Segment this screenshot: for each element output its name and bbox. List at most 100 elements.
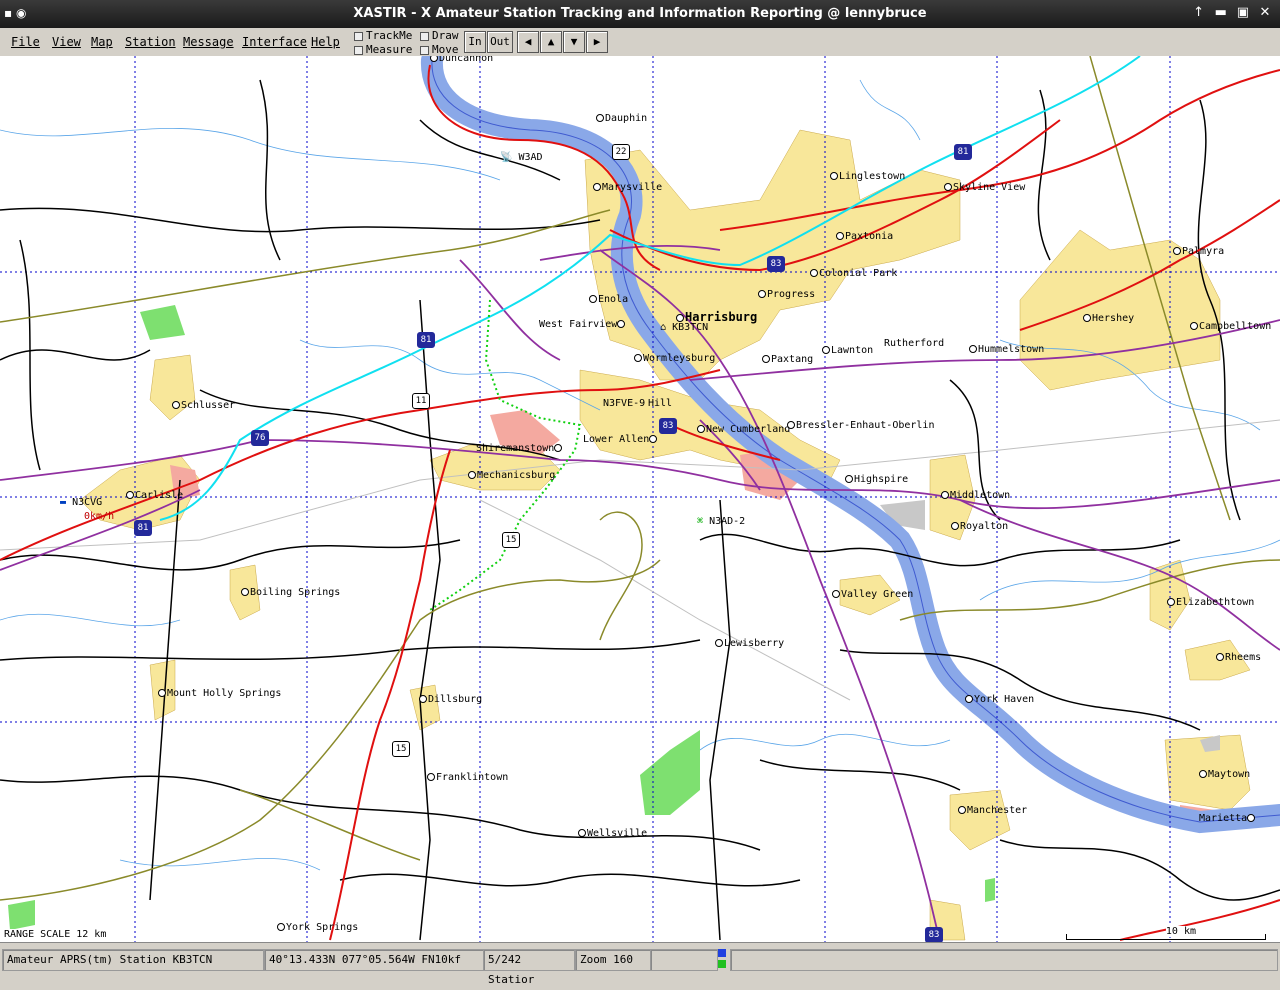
- status-empty: [650, 949, 718, 971]
- place-campbelltown[interactable]: Campbelltown: [1190, 321, 1271, 332]
- place-palmyra[interactable]: Palmyra: [1173, 246, 1224, 257]
- draw-checkbox[interactable]: Draw: [420, 29, 459, 42]
- route-shield-i-83: 83: [767, 256, 785, 272]
- place-york-springs[interactable]: York Springs: [277, 922, 358, 933]
- zoom-in-button[interactable]: In: [464, 31, 486, 53]
- title-bar: ▪ ◉ XASTIR - X Amateur Station Tracking …: [0, 0, 1280, 28]
- place-hummelstown[interactable]: Hummelstown: [969, 344, 1044, 355]
- place-dot-icon: [1190, 322, 1198, 330]
- place-marietta[interactable]: Marietta: [1199, 813, 1256, 824]
- place-boiling-springs[interactable]: Boiling Springs: [241, 587, 340, 598]
- pan-right-button[interactable]: ▶: [586, 31, 608, 53]
- place-duncannon[interactable]: Duncannon: [430, 56, 493, 64]
- place-dot-icon: [787, 421, 795, 429]
- station-n3ad-2[interactable]: ⌘ N3AD-2: [697, 516, 745, 527]
- place-paxtang[interactable]: Paxtang: [762, 354, 813, 365]
- place-rutherford[interactable]: Rutherford: [884, 338, 944, 349]
- place-dot-icon: [830, 172, 838, 180]
- place-elizabethtown[interactable]: Elizabethtown: [1167, 597, 1254, 608]
- place-hill[interactable]: Hill: [648, 398, 672, 409]
- route-shield-us-15: 15: [502, 532, 520, 548]
- status-message-area: [730, 949, 1278, 971]
- trackme-checkbox[interactable]: TrackMe: [354, 29, 412, 42]
- place-progress[interactable]: Progress: [758, 289, 815, 300]
- place-royalton[interactable]: Royalton: [951, 521, 1008, 532]
- place-dot-icon: [832, 590, 840, 598]
- place-dauphin[interactable]: Dauphin: [596, 113, 647, 124]
- antenna-icon: 📡: [500, 152, 513, 163]
- place-hershey[interactable]: Hershey: [1083, 313, 1134, 324]
- place-lower-allen[interactable]: Lower Allen: [583, 434, 658, 445]
- status-bar: Amateur APRS(tm) Station KB3TCN 40°13.43…: [0, 942, 1280, 986]
- car-icon: ▬: [60, 497, 67, 508]
- route-shield-i-81: 81: [954, 144, 972, 160]
- place-rheems[interactable]: Rheems: [1216, 652, 1261, 663]
- place-dillsburg[interactable]: Dillsburg: [419, 694, 482, 705]
- station-n3cvg[interactable]: ▬ N3CVG: [60, 497, 102, 508]
- place-dot-icon: [596, 114, 604, 122]
- menu-interface[interactable]: Interface: [242, 35, 307, 49]
- place-dot-icon: [1173, 247, 1181, 255]
- zoom-out-button[interactable]: Out: [487, 31, 513, 53]
- station-n3fve-9[interactable]: N3FVE-9: [603, 398, 645, 409]
- menu-map[interactable]: Map: [91, 35, 113, 49]
- place-dot-icon: [419, 695, 427, 703]
- place-wormleysburg[interactable]: Wormleysburg: [634, 353, 715, 364]
- place-dot-icon: [822, 346, 830, 354]
- place-dot-icon: [697, 425, 705, 433]
- place-manchester[interactable]: Manchester: [958, 805, 1027, 816]
- place-dot-icon: [1216, 653, 1224, 661]
- route-shield-i-81: 81: [134, 520, 152, 536]
- place-shiremanstown[interactable]: Shiremanstown: [476, 443, 563, 454]
- place-maytown[interactable]: Maytown: [1199, 769, 1250, 780]
- place-lewisberry[interactable]: Lewisberry: [715, 638, 784, 649]
- place-middletown[interactable]: Middletown: [941, 490, 1010, 501]
- place-west-fairview[interactable]: West Fairview: [539, 319, 626, 330]
- place-colonial-park[interactable]: Colonial Park: [810, 268, 897, 279]
- station-kb3tcn[interactable]: ⌂ KB3TCN: [660, 322, 708, 333]
- window-close-button[interactable]: ✕: [1256, 5, 1274, 20]
- menu-message[interactable]: Message: [183, 35, 234, 49]
- place-dot-icon: [427, 773, 435, 781]
- place-york-haven[interactable]: York Haven: [965, 694, 1034, 705]
- station-w3ad[interactable]: 📡 W3AD: [500, 152, 543, 163]
- menu-station[interactable]: Station: [125, 35, 176, 49]
- place-franklintown[interactable]: Franklintown: [427, 772, 508, 783]
- pan-left-button[interactable]: ◀: [517, 31, 539, 53]
- window-shade-button[interactable]: ↑: [1190, 5, 1208, 20]
- menu-view[interactable]: View: [52, 35, 81, 49]
- pan-up-button[interactable]: ▲: [540, 31, 562, 53]
- place-dot-icon: [277, 923, 285, 931]
- menu-help[interactable]: Help: [311, 35, 340, 49]
- measure-checkbox[interactable]: Measure: [354, 43, 412, 56]
- place-skyline-view[interactable]: Skyline View: [944, 182, 1025, 193]
- checkbox-box-icon: [420, 31, 429, 41]
- route-shield-i-76: 76: [251, 430, 269, 446]
- window-maximize-button[interactable]: ▣: [1234, 5, 1252, 20]
- place-marysville[interactable]: Marysville: [593, 182, 662, 193]
- menu-file[interactable]: File: [11, 35, 40, 49]
- place-schlusser[interactable]: Schlusser: [172, 400, 235, 411]
- place-mount-holly-springs[interactable]: Mount Holly Springs: [158, 688, 281, 699]
- pan-down-button[interactable]: ▼: [563, 31, 585, 53]
- window-minimize-button[interactable]: ▬: [1212, 5, 1230, 20]
- place-carlisle[interactable]: Carlisle: [126, 490, 183, 501]
- place-mechanicsburg[interactable]: Mechanicsburg: [468, 470, 555, 481]
- place-highspire[interactable]: Highspire: [845, 474, 908, 485]
- place-dot-icon: [969, 345, 977, 353]
- place-new-cumberland[interactable]: New Cumberland: [697, 424, 790, 435]
- route-shield-us-11: 11: [412, 393, 430, 409]
- place-linglestown[interactable]: Linglestown: [830, 171, 905, 182]
- place-wellsville[interactable]: Wellsville: [578, 828, 647, 839]
- place-paxtonia[interactable]: Paxtonia: [836, 231, 893, 242]
- place-dot-icon: [126, 491, 134, 499]
- place-dot-icon: [589, 295, 597, 303]
- map-canvas[interactable]: Duncannon Dauphin Marysville Linglestown…: [0, 56, 1280, 942]
- place-enola[interactable]: Enola: [589, 294, 628, 305]
- place-dot-icon: [951, 522, 959, 530]
- place-bressler[interactable]: Bressler-Enhaut-Oberlin: [787, 420, 934, 431]
- place-lawnton[interactable]: Lawnton: [822, 345, 873, 356]
- move-checkbox[interactable]: Move: [420, 43, 459, 56]
- place-valley-green[interactable]: Valley Green: [832, 589, 913, 600]
- checkbox-box-icon: [420, 45, 429, 55]
